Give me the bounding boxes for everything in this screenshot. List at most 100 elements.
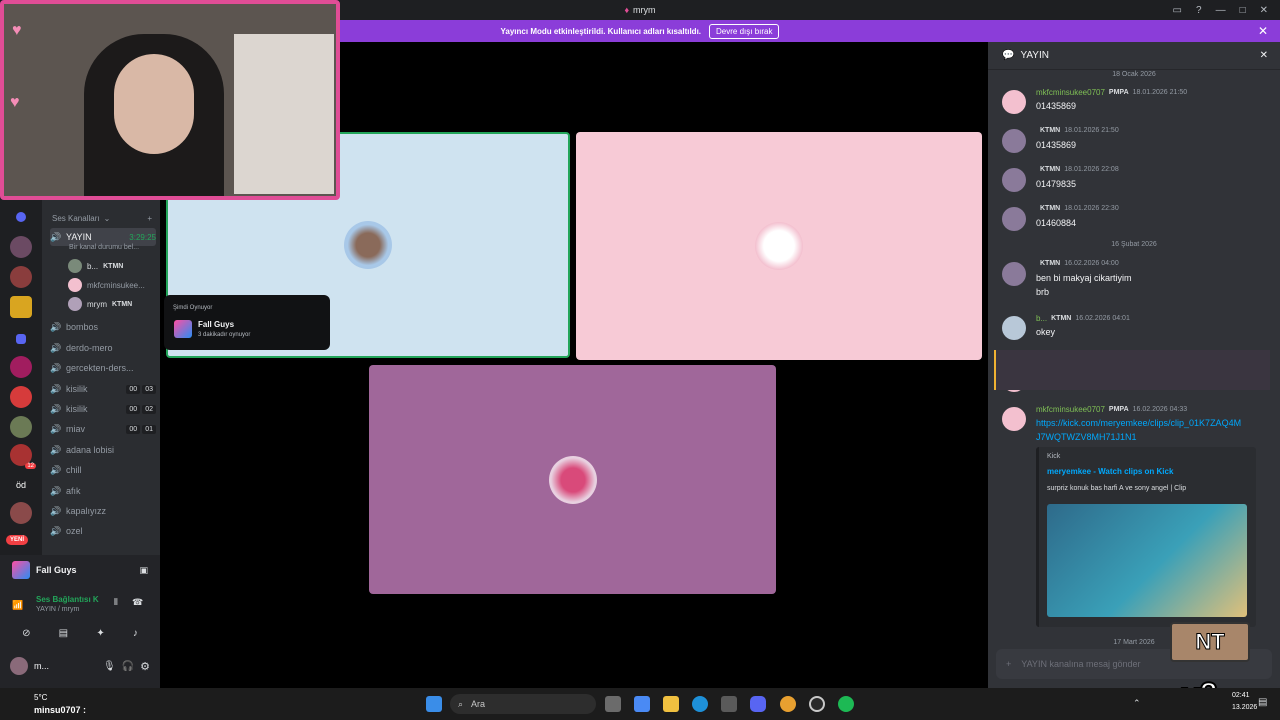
server-icon[interactable]: 12 <box>10 444 36 469</box>
voice-channel[interactable]: 🔊 kisilik 00 03 <box>50 380 156 398</box>
soundboard-icon[interactable]: ♪ <box>133 628 138 639</box>
disable-streamer-mode-button[interactable]: Devre dışı bırak <box>709 23 780 39</box>
server-icon[interactable] <box>10 296 32 318</box>
heart-icon: ♥ <box>12 22 22 39</box>
voice-member[interactable]: mkfcminsukee... <box>68 277 145 293</box>
author-name[interactable]: mkfcminsukee0707 <box>1036 405 1105 414</box>
store-icon[interactable] <box>721 696 737 712</box>
inbox-icon[interactable]: ▭ <box>1173 5 1182 16</box>
avatar[interactable] <box>1002 129 1026 153</box>
copilot-icon[interactable] <box>634 696 650 712</box>
close-chat-icon[interactable]: ✕ <box>1260 50 1268 61</box>
notification-icon[interactable]: ▤ <box>1258 697 1267 708</box>
voice-channel[interactable]: 🔊 kapalıyızz <box>50 502 156 520</box>
noise-icon[interactable]: ⫴ <box>114 597 118 608</box>
chat-message[interactable]: mkfcminsukee0707 PMPA 16.02.2026 04:33 http… <box>1002 405 1272 445</box>
voice-channel[interactable]: 🔊 kisilik 00 02 <box>50 400 156 418</box>
task-view-icon[interactable] <box>605 696 621 712</box>
avatar[interactable] <box>1002 168 1026 192</box>
author-name[interactable]: b... <box>1036 314 1047 323</box>
voice-channel[interactable]: 🔊 chill <box>50 461 156 479</box>
voice-channel[interactable]: 🔊 ozel <box>50 522 156 540</box>
start-icon[interactable] <box>426 696 442 712</box>
speaker-icon: 🔊 <box>50 321 62 332</box>
clock-date[interactable]: 13.2026 <box>1232 704 1257 711</box>
server-icon[interactable] <box>16 334 26 344</box>
avatar[interactable] <box>1002 407 1026 431</box>
role-tag: KTMN <box>1040 260 1061 267</box>
chat-message[interactable]: KTMN 16.02.2026 04:00 ben bi makyaj cikart… <box>1002 260 1272 300</box>
channel-name: kisilik <box>66 384 88 394</box>
server-icon[interactable]: öd <box>10 474 32 496</box>
avatar[interactable] <box>10 657 28 675</box>
close-icon[interactable]: ✕ <box>1260 5 1268 16</box>
avatar[interactable] <box>1002 316 1026 340</box>
message-text: okey <box>1036 327 1056 337</box>
server-icon[interactable] <box>10 502 32 524</box>
app-icon[interactable] <box>809 696 825 712</box>
voice-channel[interactable]: 🔊 bombos <box>50 318 156 336</box>
avatar[interactable] <box>1002 207 1026 231</box>
server-icon[interactable] <box>16 212 26 222</box>
voice-member[interactable]: b... KTMN <box>68 258 123 274</box>
activity-row[interactable]: Fall Guys ▣ <box>12 561 148 579</box>
avatar[interactable] <box>1002 262 1026 286</box>
voice-channel[interactable]: 🔊 miav 00 01 <box>50 420 156 438</box>
discord-icon[interactable] <box>750 696 766 712</box>
search-box[interactable]: ⌕ Ara <box>450 694 596 714</box>
mic-icon[interactable]: 🎙 <box>103 661 116 672</box>
spotify-icon[interactable] <box>838 696 854 712</box>
participant-tile[interactable] <box>369 365 776 594</box>
voice-channel[interactable]: 🔊 afık <box>50 482 156 500</box>
channel-name: bombos <box>66 322 99 332</box>
member-name: mrym <box>87 299 107 309</box>
server-icon[interactable] <box>10 266 32 288</box>
voice-member[interactable]: mrym KTMN <box>68 296 132 312</box>
voice-controls: ⊘ ▤ ✦ ♪ <box>8 623 152 643</box>
background-wall <box>234 34 334 194</box>
weather-widget[interactable]: 5°C <box>34 693 47 702</box>
chat-message[interactable]: b... KTMN 16.02.2026 04:01 okey <box>1002 314 1272 354</box>
chat-message[interactable]: KTMN 18.01.2026 22:08 01479835 <box>1002 166 1272 206</box>
server-icon[interactable] <box>10 386 32 408</box>
settings-gear-icon[interactable]: ⚙ <box>140 660 150 673</box>
channel-status[interactable]: Bir kanal durumu bel... <box>69 244 139 251</box>
chat-message[interactable]: KTMN 18.01.2026 22:30 01460884 <box>1002 205 1272 245</box>
minimize-icon[interactable]: — <box>1216 5 1226 16</box>
share-screen-icon[interactable]: ▣ <box>139 565 148 576</box>
author-name[interactable]: mkfcminsukee0707 <box>1036 88 1105 97</box>
help-icon[interactable]: ? <box>1196 5 1202 16</box>
timestamp: 18.01.2026 21:50 <box>1132 89 1188 96</box>
add-attachment-icon[interactable]: + <box>1006 659 1011 669</box>
voice-channel[interactable]: 🔊 gercekten-ders... <box>50 359 156 377</box>
file-explorer-icon[interactable] <box>663 696 679 712</box>
embed-thumbnail[interactable] <box>1047 504 1247 617</box>
chrome-icon[interactable] <box>780 696 796 712</box>
voice-status[interactable]: Ses Bağlantısı K <box>36 595 99 604</box>
chat-message[interactable]: KTMN 18.01.2026 21:50 01435869 <box>1002 127 1272 167</box>
maximize-icon[interactable]: □ <box>1240 5 1246 16</box>
screen-share-icon[interactable]: ▤ <box>59 628 68 639</box>
channel-name: miav <box>66 424 86 434</box>
speaker-icon: 🔊 <box>50 383 62 394</box>
server-icon[interactable] <box>10 236 32 258</box>
tray-chevron-icon[interactable]: ⌃ <box>1133 698 1141 709</box>
headphones-icon[interactable]: 🎧 <box>122 661 134 672</box>
channel-chat: 💬 YAYIN ✕ 18 Ocak 2026 16 Şubat 2026 17 … <box>988 42 1280 688</box>
close-banner-icon[interactable]: ✕ <box>1258 24 1268 38</box>
embed-title[interactable]: meryemkee - Watch clips on Kick <box>1047 467 1173 476</box>
add-channel-icon[interactable]: + <box>147 214 152 223</box>
participant-tile[interactable] <box>576 132 982 360</box>
clock-time[interactable]: 02:41 <box>1232 692 1250 699</box>
voice-channel[interactable]: 🔊 adana lobisi <box>50 441 156 459</box>
voice-channel[interactable]: 🔊 derdo-mero <box>50 339 156 357</box>
chat-message[interactable]: mkfcminsukee0707 PMPA 18.01.2026 21:50 0143… <box>1002 88 1272 128</box>
camera-off-icon[interactable]: ⊘ <box>22 628 30 639</box>
disconnect-icon[interactable]: ☎ <box>132 597 143 608</box>
edge-icon[interactable] <box>692 696 708 712</box>
activities-icon[interactable]: ✦ <box>96 628 104 639</box>
server-icon[interactable] <box>10 416 32 438</box>
avatar[interactable] <box>1002 90 1026 114</box>
server-icon[interactable] <box>10 356 32 378</box>
voice-category-header[interactable]: Ses Kanalları ⌄ + <box>52 214 152 223</box>
